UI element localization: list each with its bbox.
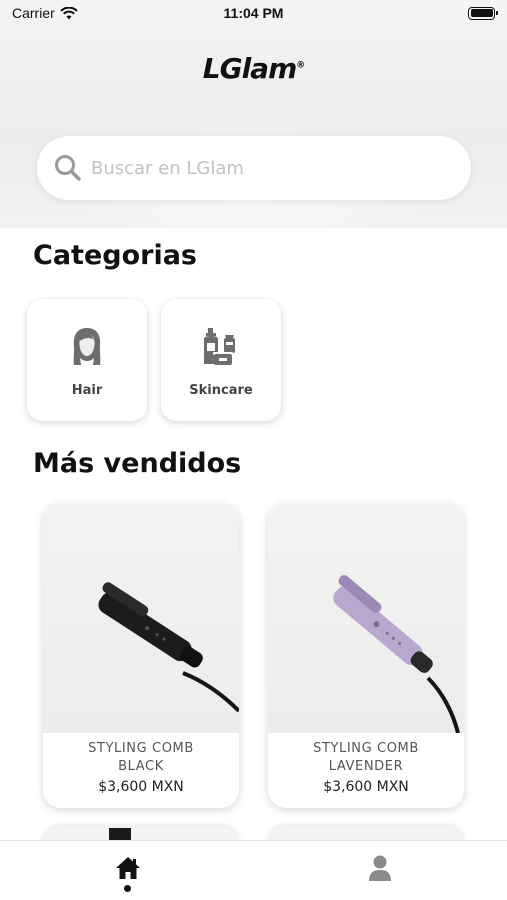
search-input[interactable]: [91, 157, 431, 179]
header-banner: LGlam®: [0, 0, 507, 228]
skincare-icon: [204, 328, 235, 365]
product-image: [268, 503, 464, 734]
search-bar[interactable]: [37, 136, 471, 200]
tab-bar: [0, 840, 507, 900]
product-name: STYLING COMB LAVENDER: [313, 741, 419, 774]
category-card-hair[interactable]: Hair: [27, 299, 147, 421]
brand-logo: LGlam®: [202, 52, 306, 85]
search-icon: [55, 155, 81, 181]
hair-icon: [73, 328, 101, 365]
active-tab-indicator: [124, 885, 131, 892]
home-icon: [116, 857, 140, 879]
profile-icon: [369, 855, 391, 881]
product-price: $3,600 MXN: [98, 779, 184, 795]
product-name: STYLING COMB BLACK: [88, 741, 194, 774]
product-price: $3,600 MXN: [323, 779, 409, 795]
tab-profile[interactable]: [365, 853, 395, 883]
category-label: Hair: [71, 383, 103, 398]
status-bar: Carrier 11:04 PM: [0, 0, 507, 26]
battery-icon: [468, 6, 498, 20]
tab-home[interactable]: [113, 853, 143, 883]
category-label: Skincare: [189, 383, 253, 398]
categories-title: Categorias: [33, 240, 197, 271]
bestsellers-title: Más vendidos: [33, 448, 242, 479]
product-card[interactable]: STYLING COMB BLACK $3,600 MXN: [43, 503, 239, 808]
product-image: [43, 503, 239, 733]
category-card-skincare[interactable]: Skincare: [161, 299, 281, 421]
product-card[interactable]: STYLING COMB LAVENDER $3,600 MXN: [268, 503, 464, 808]
status-time: 11:04 PM: [223, 5, 284, 21]
